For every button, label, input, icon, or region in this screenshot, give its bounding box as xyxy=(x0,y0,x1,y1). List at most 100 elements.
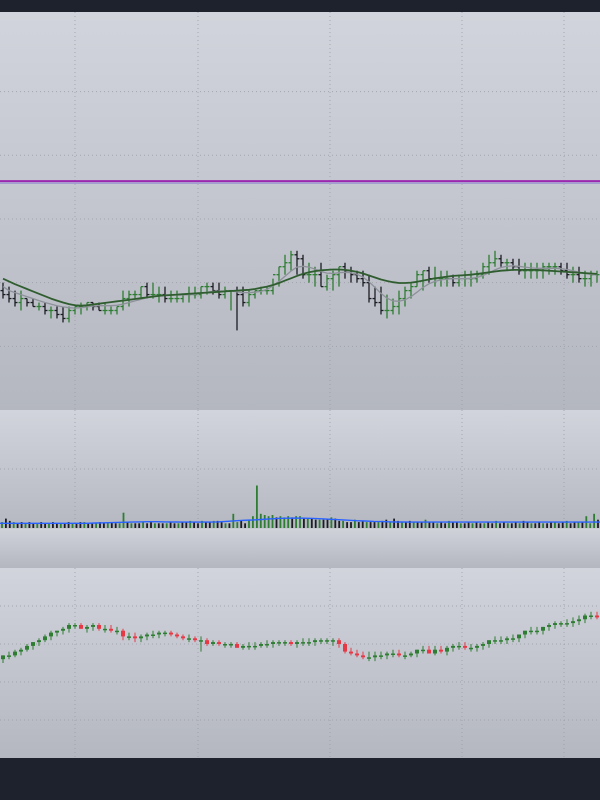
candle-body xyxy=(25,645,29,650)
candle-body xyxy=(469,647,473,650)
volume-pane[interactable] xyxy=(0,410,600,528)
moving-average-fast-line xyxy=(2,265,598,309)
candle-body xyxy=(163,632,167,635)
ohlc-bar xyxy=(396,290,402,315)
top-frame-bar xyxy=(0,0,600,12)
candle xyxy=(115,626,119,635)
ohlc-bar xyxy=(594,270,600,283)
volume-bar xyxy=(291,517,294,528)
candle xyxy=(61,626,65,635)
candle xyxy=(163,630,167,637)
candle-body xyxy=(13,651,17,656)
candle-body xyxy=(391,653,395,655)
candle xyxy=(241,644,245,650)
candle-body xyxy=(421,649,425,652)
candle-body xyxy=(307,642,311,644)
ohlc-bar xyxy=(168,290,174,303)
candle-body xyxy=(169,632,173,635)
candle xyxy=(193,636,197,643)
candle-body xyxy=(235,644,239,648)
volume-bar xyxy=(267,516,270,528)
price-ohlc-chart[interactable] xyxy=(0,12,600,410)
candle-body xyxy=(121,630,125,637)
ohlc-bar xyxy=(66,306,72,323)
candle xyxy=(205,638,209,646)
volume-bar xyxy=(424,519,427,528)
volume-bar xyxy=(597,519,599,528)
ohlc-bar xyxy=(402,286,408,307)
ohlc-bar xyxy=(138,285,144,299)
ohlc-bar xyxy=(108,306,114,315)
ohlc-bar xyxy=(510,258,516,271)
candle-body xyxy=(409,653,413,656)
candle xyxy=(7,651,11,660)
ohlc-bar xyxy=(564,262,570,279)
candle-body xyxy=(541,626,545,631)
ohlc-bar xyxy=(24,297,30,307)
ohlc-bar xyxy=(432,266,438,287)
ohlc-bar xyxy=(114,305,120,315)
ohlc-bar xyxy=(498,254,504,267)
candle-body xyxy=(199,640,203,642)
candle xyxy=(97,623,101,631)
candle xyxy=(307,638,311,646)
candle-body xyxy=(271,642,275,644)
candle-body xyxy=(397,653,401,656)
price-pane[interactable] xyxy=(0,12,600,410)
candle-body xyxy=(517,634,521,639)
candle-body xyxy=(319,640,323,642)
volume-bar xyxy=(306,518,309,528)
candle xyxy=(547,623,551,631)
ohlc-bar xyxy=(222,286,228,299)
candle xyxy=(493,636,497,644)
candle xyxy=(565,619,569,627)
ohlc-bar xyxy=(132,290,138,299)
candle xyxy=(535,626,539,635)
ohlc-bar xyxy=(234,286,240,331)
volume-bar-chart[interactable] xyxy=(0,410,600,528)
candle xyxy=(25,644,29,652)
candle xyxy=(385,651,389,660)
candle-body xyxy=(595,615,599,618)
candle-body xyxy=(529,630,533,633)
candle xyxy=(373,651,377,662)
candle-body xyxy=(325,640,329,642)
ohlc-bar xyxy=(414,270,420,288)
candle-body xyxy=(61,628,65,631)
candle xyxy=(145,632,149,641)
candle-body xyxy=(139,636,143,639)
candle xyxy=(91,623,95,631)
candle xyxy=(319,638,323,644)
candle xyxy=(415,649,419,658)
candle-body xyxy=(451,645,455,648)
candle xyxy=(559,621,563,627)
candle xyxy=(133,632,137,643)
moving-average-slow-line xyxy=(2,268,598,307)
candle-body xyxy=(223,644,227,646)
candle xyxy=(277,640,281,646)
ohlc-bar xyxy=(48,306,54,319)
candle-body xyxy=(487,640,491,644)
ohlc-bar xyxy=(54,306,60,319)
volume-bar xyxy=(338,520,341,528)
ohlc-bar xyxy=(504,258,510,271)
candlestick-chart[interactable] xyxy=(0,568,600,758)
candle xyxy=(199,636,203,652)
candle-body xyxy=(337,640,341,644)
volume-bar xyxy=(393,518,395,528)
candle-body xyxy=(229,644,233,646)
candle-body xyxy=(313,640,317,643)
candle-body xyxy=(481,644,485,646)
candle xyxy=(571,617,575,627)
ohlc-bar xyxy=(180,293,186,303)
candle-body xyxy=(151,634,155,636)
candle-body xyxy=(241,645,245,648)
ohlc-bar xyxy=(570,266,576,283)
candle xyxy=(409,651,413,658)
volume-bar xyxy=(318,519,321,528)
candle xyxy=(541,626,545,635)
candle-body xyxy=(523,630,527,635)
ohlc-bar xyxy=(144,282,150,299)
candle-body xyxy=(175,634,179,637)
candlestick-pane[interactable] xyxy=(0,568,600,758)
